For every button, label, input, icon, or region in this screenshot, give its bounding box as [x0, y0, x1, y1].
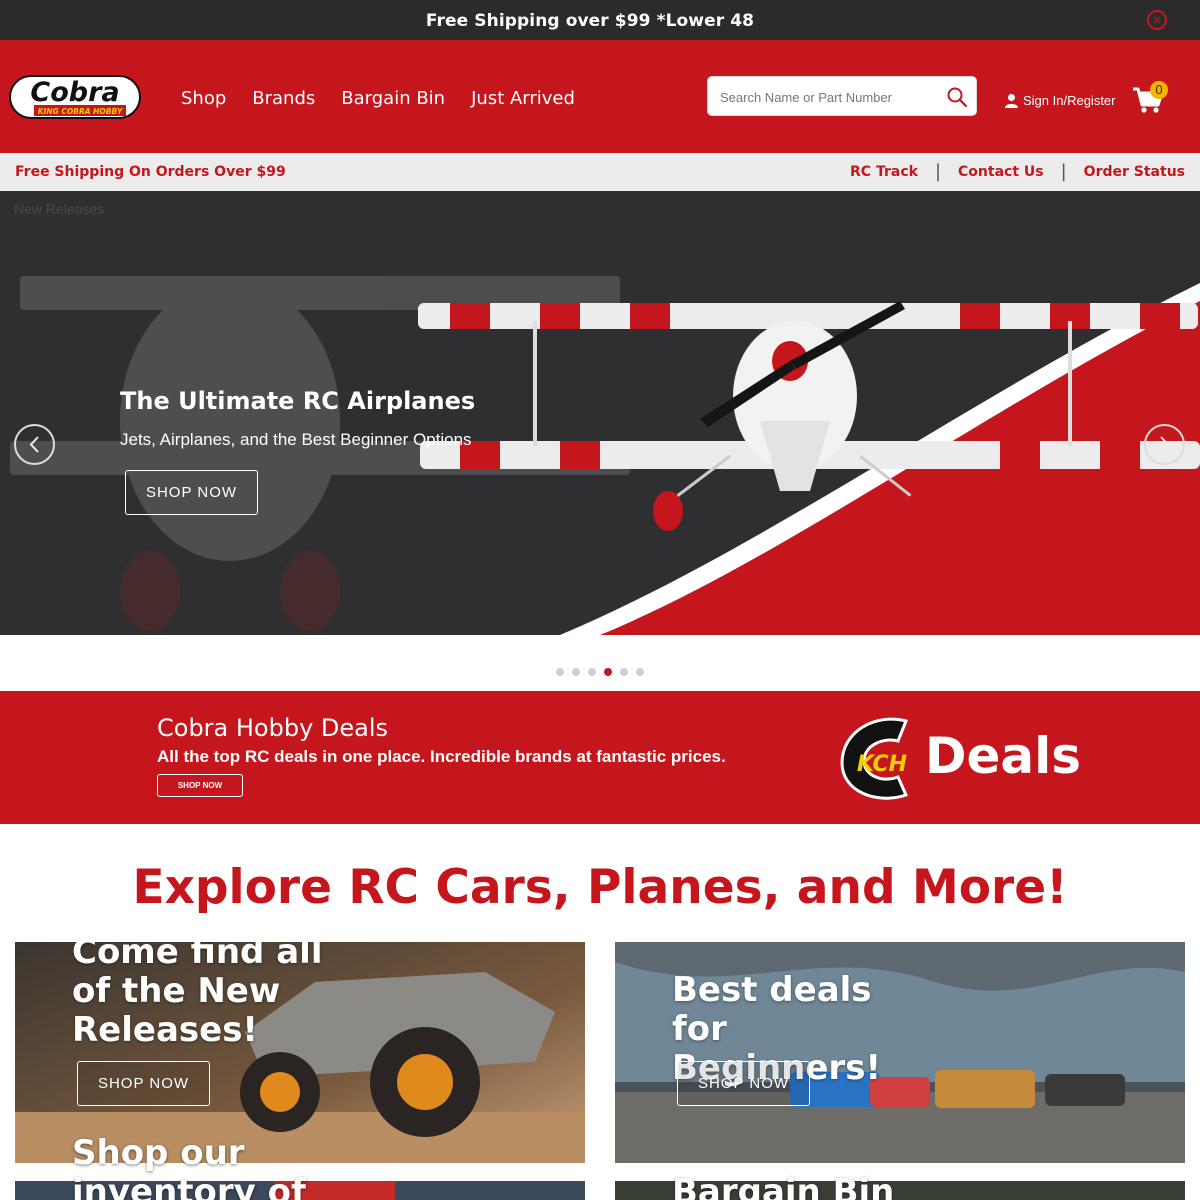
hero-subtitle: Jets, Airplanes, and the Best Beginner O… — [120, 430, 472, 449]
order-status-link[interactable]: Order Status — [1084, 164, 1185, 180]
slider-dot-2[interactable] — [572, 668, 580, 676]
sign-in-label: Sign In/Register — [1023, 93, 1116, 108]
tile-new-releases[interactable]: Come find all of the New Releases! SHOP … — [15, 942, 585, 1163]
deals-shop-now-button[interactable]: SHOP NOW — [157, 774, 243, 797]
link-separator: | — [1060, 161, 1067, 182]
tile-text-line: Come find all — [72, 942, 323, 972]
logo[interactable]: Cobra KING COBRA HOBBY — [8, 70, 142, 124]
slider-dot-6[interactable] — [636, 668, 644, 676]
rc-track-link[interactable]: RC Track — [850, 164, 918, 180]
deals-subtitle: All the top RC deals in one place. Incre… — [157, 747, 726, 766]
shipping-notice: Free Shipping On Orders Over $99 — [15, 164, 286, 180]
link-separator: | — [934, 161, 942, 182]
promo-bar: Free Shipping over $99 *Lower 48 × — [0, 0, 1200, 40]
utility-links: RC Track | Contact Us | Order Status — [850, 162, 1185, 182]
contact-us-link[interactable]: Contact Us — [958, 164, 1044, 180]
hero-shop-now-button[interactable]: SHOP NOW — [125, 470, 258, 515]
beginner-shop-now-button[interactable]: SHOP NOW — [677, 1061, 810, 1106]
cart-count-badge: 0 — [1150, 81, 1168, 99]
logo-word: Cobra — [30, 77, 119, 108]
tile-bargain-bin-text: Bargain Bin — [672, 1173, 932, 1200]
deals-title: Cobra Hobby Deals — [157, 714, 389, 742]
tile-text-line: of the New — [72, 971, 281, 1011]
sign-in-link[interactable]: Sign In/Register — [1004, 93, 1116, 108]
tile-new-releases-text: Come find all of the New Releases! — [72, 942, 332, 1050]
tile-text-line: inventory of — [72, 1172, 306, 1200]
promo-message: Free Shipping over $99 *Lower 48 — [425, 11, 755, 31]
hero-title: The Ultimate RC Airplanes — [120, 387, 476, 415]
chevron-left-icon — [29, 436, 39, 453]
hero-slider: New Releases The Ultimate RC Airplanes J… — [0, 191, 1200, 635]
hero-crumb[interactable]: New Releases — [14, 201, 104, 217]
slider-dot-5[interactable] — [620, 668, 628, 676]
logo-tagline: KING COBRA HOBBY — [38, 107, 124, 116]
kch-mark: KCH — [857, 752, 907, 777]
search-icon[interactable] — [946, 86, 968, 108]
nav-shop[interactable]: Shop — [181, 88, 226, 109]
slider-next-button[interactable] — [1144, 424, 1185, 465]
search-box — [707, 76, 977, 116]
page: Free Shipping over $99 *Lower 48 × Cobra… — [0, 0, 1200, 1200]
search-input[interactable] — [720, 87, 935, 107]
explore-heading: Explore RC Cars, Planes, and More! — [132, 860, 1068, 915]
kch-logo-icon: KCH — [840, 717, 909, 800]
slider-dot-4[interactable] — [604, 668, 612, 676]
site-header: Cobra KING COBRA HOBBY Shop Brands Barga… — [0, 40, 1200, 153]
cobra-logo-icon: Cobra KING COBRA HOBBY — [9, 75, 141, 119]
tile-inventory-text: Shop our inventory of — [72, 1134, 332, 1200]
slider-dots — [556, 668, 644, 676]
sub-bar: Free Shipping On Orders Over $99 RC Trac… — [0, 153, 1200, 191]
new-releases-shop-now-button[interactable]: SHOP NOW — [77, 1061, 210, 1106]
deals-banner[interactable]: Cobra Hobby Deals All the top RC deals i… — [0, 691, 1200, 824]
slider-prev-button[interactable] — [14, 424, 55, 465]
main-nav: Shop Brands Bargain Bin Just Arrived — [181, 88, 575, 109]
tile-text-line: Bargain Bin — [672, 1172, 895, 1200]
slider-dot-3[interactable] — [588, 668, 596, 676]
close-icon[interactable]: × — [1147, 10, 1167, 30]
slider-dot-1[interactable] — [556, 668, 564, 676]
user-icon — [1005, 94, 1018, 108]
tile-text-line: Best deals for — [672, 970, 872, 1049]
chevron-right-icon — [1160, 436, 1170, 453]
nav-just-arrived[interactable]: Just Arrived — [471, 88, 575, 109]
deals-logo-word: Deals — [925, 727, 1082, 785]
nav-bargain-bin[interactable]: Bargain Bin — [341, 88, 445, 109]
nav-brands[interactable]: Brands — [252, 88, 315, 109]
tile-text-line: Shop our — [72, 1133, 245, 1173]
tile-beginner-deals[interactable]: Best deals for Beginners! SHOP NOW — [615, 942, 1185, 1163]
tile-text-line: Releases! — [72, 1010, 258, 1050]
